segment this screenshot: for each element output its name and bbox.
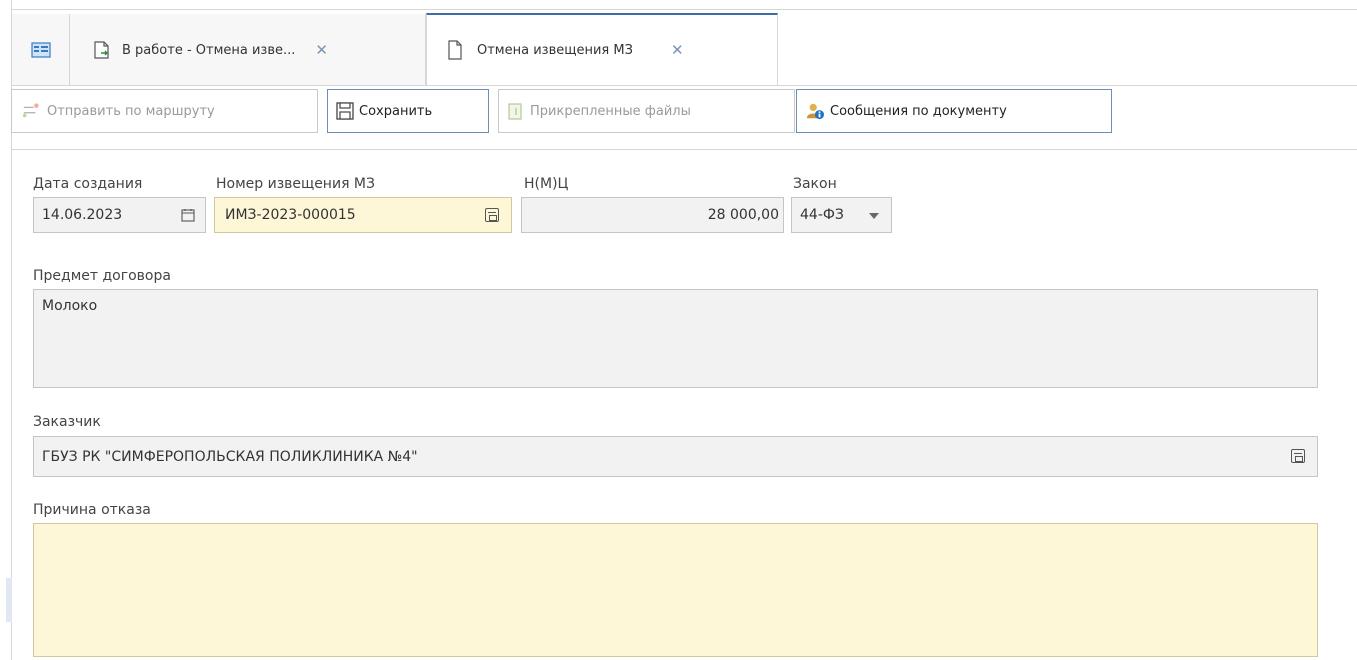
save-icon — [336, 102, 354, 120]
nmc-field[interactable]: 28 000,00 — [521, 197, 784, 233]
rejection-reason-field[interactable] — [33, 523, 1318, 657]
close-icon[interactable]: ✕ — [315, 41, 328, 59]
customer-label: Заказчик — [33, 414, 101, 430]
notice-number-value: ИМЗ-2023-000015 — [225, 207, 356, 223]
creation-date-value: 14.06.2023 — [42, 207, 123, 223]
list-view-icon — [30, 42, 51, 58]
law-select[interactable]: 44-ФЗ — [791, 197, 892, 233]
tabbar-top-border — [12, 9, 1357, 10]
contract-subject-field[interactable]: Молоко — [33, 289, 1318, 388]
nmc-value: 28 000,00 — [707, 207, 779, 223]
document-toolbar: Отправить по маршруту Сохранить Прикрепл… — [11, 86, 1357, 150]
notice-number-field[interactable]: ИМЗ-2023-000015 — [214, 197, 512, 233]
document-icon — [448, 40, 462, 60]
lookup-icon[interactable] — [1291, 449, 1305, 463]
route-icon — [22, 103, 39, 118]
chevron-down-icon — [869, 213, 879, 219]
nmc-label: Н(М)Ц — [524, 176, 569, 192]
customer-field[interactable]: ГБУЗ РК "СИМФЕРОПОЛЬСКАЯ ПОЛИКЛИНИКА №4" — [33, 436, 1318, 477]
calendar-icon[interactable] — [181, 208, 195, 222]
tab-cancel-notice-label: Отмена извещения МЗ — [477, 42, 633, 58]
law-value: 44-ФЗ — [800, 207, 844, 223]
contract-subject-label: Предмет договора — [33, 268, 171, 284]
user-info-icon — [806, 103, 824, 120]
tab-cancel-notice[interactable]: Отмена извещения МЗ ✕ — [426, 13, 778, 85]
close-icon[interactable]: ✕ — [671, 41, 684, 59]
send-by-route-button[interactable]: Отправить по маршруту — [11, 89, 318, 133]
law-label: Закон — [793, 176, 837, 192]
tab-list-view[interactable] — [12, 14, 70, 86]
tab-in-progress-label: В работе - Отмена изве... — [122, 42, 296, 58]
contract-subject-value: Молоко — [42, 298, 98, 314]
panel-splitter-handle[interactable] — [6, 578, 12, 622]
tab-bar: В работе - Отмена изве... ✕ Отмена извещ… — [12, 0, 1357, 86]
save-label: Сохранить — [359, 103, 433, 119]
send-by-route-label: Отправить по маршруту — [47, 103, 215, 119]
attached-files-icon — [508, 103, 522, 120]
attached-files-button[interactable]: Прикрепленные файлы — [498, 89, 795, 133]
rejection-reason-label: Причина отказа — [33, 502, 151, 518]
lookup-icon[interactable] — [485, 208, 499, 222]
creation-date-label: Дата создания — [33, 176, 143, 192]
document-messages-button[interactable]: Сообщения по документу — [796, 89, 1112, 133]
tab-in-progress[interactable]: В работе - Отмена изве... ✕ — [70, 14, 426, 86]
save-button[interactable]: Сохранить — [327, 89, 489, 133]
notice-number-label: Номер извещения МЗ — [216, 176, 375, 192]
document-edit-icon — [94, 41, 109, 59]
attached-files-label: Прикрепленные файлы — [530, 103, 691, 119]
document-messages-label: Сообщения по документу — [830, 103, 1007, 119]
creation-date-field[interactable]: 14.06.2023 — [33, 197, 206, 233]
customer-value: ГБУЗ РК "СИМФЕРОПОЛЬСКАЯ ПОЛИКЛИНИКА №4" — [42, 448, 418, 465]
